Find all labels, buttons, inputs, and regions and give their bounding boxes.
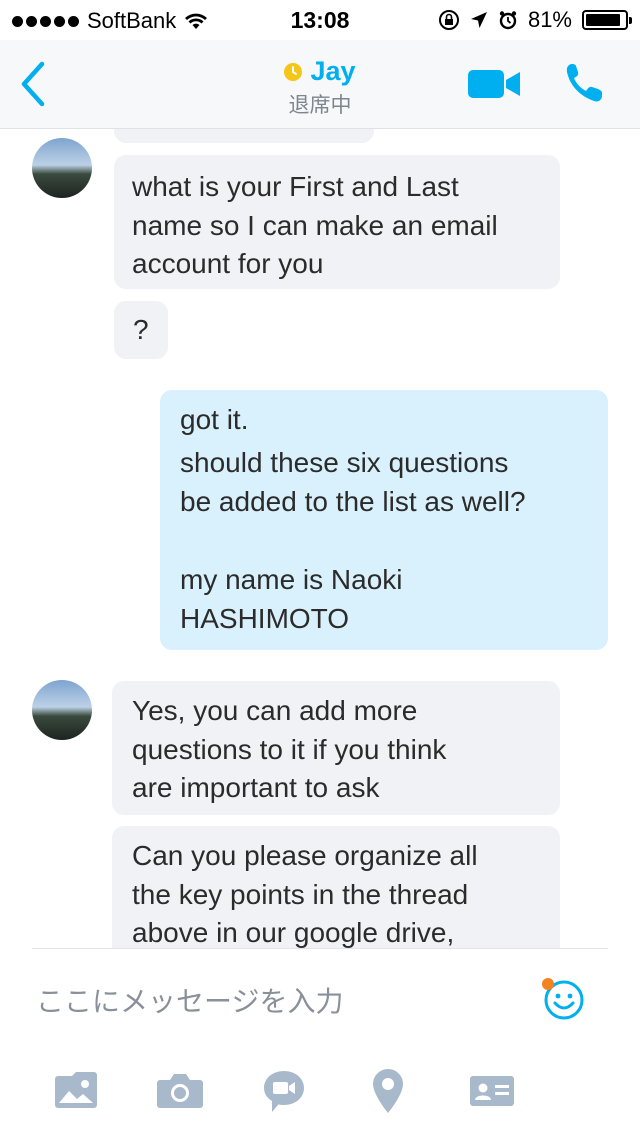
contact-name: Jay bbox=[310, 56, 356, 86]
message-bubble-partial[interactable] bbox=[114, 129, 374, 143]
location-icon bbox=[373, 1069, 403, 1113]
message-input[interactable]: ここにメッセージを入力 bbox=[36, 980, 343, 1020]
location-button[interactable] bbox=[372, 1068, 404, 1119]
contact-card-icon bbox=[470, 1076, 514, 1106]
video-camera-icon bbox=[468, 70, 520, 98]
message-text: my name is Naoki bbox=[180, 564, 403, 595]
message-text: got it. bbox=[180, 404, 249, 435]
message-bubble-outgoing[interactable]: got it. should these six questions be ad… bbox=[160, 390, 608, 650]
battery-icon bbox=[582, 10, 632, 30]
message-bubble[interactable]: what is your First and Last name so I ca… bbox=[114, 155, 560, 289]
away-status-icon bbox=[284, 62, 303, 81]
emoji-button[interactable] bbox=[540, 976, 588, 1029]
rotation-lock-icon bbox=[438, 10, 459, 30]
status-indicators: 81% bbox=[438, 7, 632, 33]
message-text: questions to it if you think bbox=[132, 733, 447, 765]
message-text: what is your First and Last bbox=[132, 171, 459, 202]
alarm-icon bbox=[499, 11, 517, 30]
message-text: should these six questions bbox=[180, 447, 509, 478]
battery-percent: 81% bbox=[527, 7, 572, 32]
gallery-button[interactable] bbox=[52, 1068, 100, 1117]
avatar[interactable] bbox=[32, 680, 92, 740]
message-text: are important to ask bbox=[132, 772, 380, 803]
gallery-icon bbox=[55, 1072, 97, 1108]
message-text bbox=[180, 521, 588, 561]
contact-card-button[interactable] bbox=[468, 1068, 516, 1117]
message-text: be added to the list as well? bbox=[180, 485, 526, 517]
message-text: the key points in the thread bbox=[132, 878, 469, 910]
message-bubble[interactable]: ? bbox=[114, 301, 168, 359]
chat-header: Jay 退席中 bbox=[0, 40, 640, 129]
message-text: account for you bbox=[132, 248, 324, 279]
status-bar: SoftBank 13:08 81% bbox=[0, 0, 640, 40]
phone-icon bbox=[566, 64, 602, 102]
composer-divider bbox=[32, 948, 608, 949]
message-text: Can you please organize all bbox=[132, 840, 478, 871]
emoji-icon bbox=[542, 978, 584, 1020]
message-text: Yes, you can add more bbox=[132, 695, 418, 726]
contact-info[interactable]: Jay 退席中 bbox=[0, 56, 640, 119]
video-message-button[interactable] bbox=[262, 1068, 306, 1119]
message-text: name so I can make an email bbox=[132, 209, 498, 241]
message-text: HASHIMOTO bbox=[180, 602, 350, 634]
video-message-icon bbox=[264, 1071, 304, 1112]
message-bubble[interactable]: Can you please organize all the key poin… bbox=[112, 826, 560, 948]
message-list[interactable]: what is your First and Last name so I ca… bbox=[0, 129, 640, 948]
camera-button[interactable] bbox=[156, 1068, 204, 1117]
camera-icon bbox=[157, 1074, 203, 1108]
video-call-button[interactable] bbox=[468, 70, 520, 103]
message-text: above in our google drive, bbox=[132, 917, 455, 948]
attachment-toolbar bbox=[0, 1068, 640, 1118]
location-arrow-icon bbox=[470, 12, 487, 28]
message-text: ? bbox=[133, 314, 149, 345]
message-bubble[interactable]: Yes, you can add more questions to it if… bbox=[112, 681, 560, 815]
avatar[interactable] bbox=[32, 138, 92, 198]
audio-call-button[interactable] bbox=[564, 62, 604, 109]
contact-status: 退席中 bbox=[288, 94, 352, 117]
